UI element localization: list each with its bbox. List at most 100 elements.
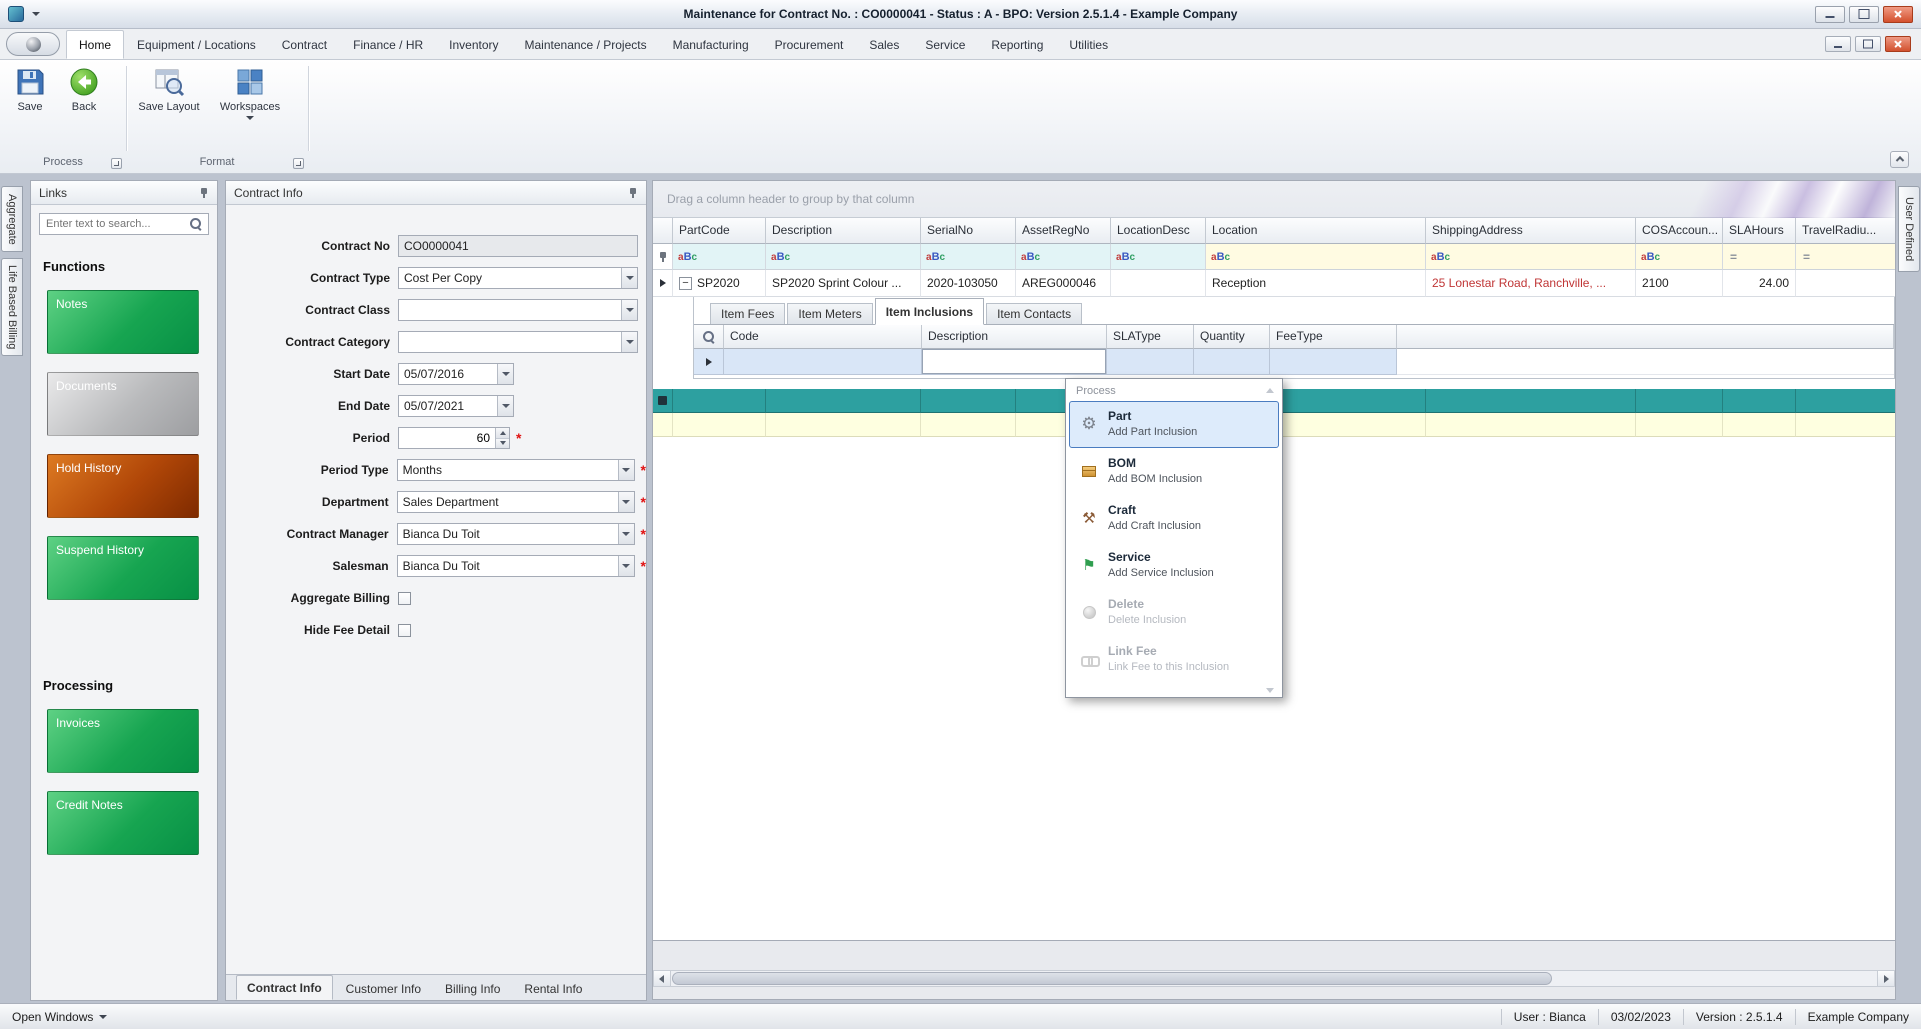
quick-access-caret-icon[interactable] xyxy=(32,12,40,16)
period-stepper[interactable] xyxy=(398,427,510,449)
scroll-right-button[interactable] xyxy=(1877,971,1894,986)
close-button[interactable] xyxy=(1883,5,1913,23)
ribbon-tab-procurement[interactable]: Procurement xyxy=(762,30,857,59)
group-dialog-launcher[interactable] xyxy=(293,158,304,169)
chevron-down-icon[interactable] xyxy=(621,300,637,320)
period-input[interactable] xyxy=(399,428,494,448)
invoices-button[interactable]: Invoices xyxy=(47,709,199,773)
column-header-location[interactable]: Location xyxy=(1206,218,1426,244)
save-button[interactable]: Save xyxy=(6,66,54,113)
column-header-serialno[interactable]: SerialNo xyxy=(921,218,1016,244)
tab-item-contacts[interactable]: Item Contacts xyxy=(986,303,1083,324)
tab-customer-info[interactable]: Customer Info xyxy=(335,978,432,1000)
chevron-down-icon[interactable] xyxy=(621,268,637,288)
mdi-maximize-button[interactable] xyxy=(1855,36,1881,52)
ribbon-tab-manufacturing[interactable]: Manufacturing xyxy=(660,30,762,59)
new-row-description-cell[interactable] xyxy=(922,349,1107,375)
pin-icon[interactable] xyxy=(199,187,209,199)
maximize-button[interactable] xyxy=(1849,5,1879,23)
cell-description[interactable]: SP2020 Sprint Colour ... xyxy=(766,270,921,297)
mdi-close-button[interactable] xyxy=(1885,36,1911,52)
cell-partcode[interactable]: SP2020 xyxy=(673,270,766,297)
column-header-travelradius[interactable]: TravelRadiu... xyxy=(1796,218,1895,244)
save-layout-button[interactable]: Save Layout xyxy=(134,66,204,113)
ribbon-tab-home[interactable]: Home xyxy=(66,30,125,59)
spin-up-icon[interactable] xyxy=(496,428,509,439)
detail-column-slatype[interactable]: SLAType xyxy=(1107,325,1194,349)
tab-contract-info[interactable]: Contract Info xyxy=(236,975,333,1000)
ribbon-tab-finance-hr[interactable]: Finance / HR xyxy=(340,30,436,59)
contract-category-select[interactable] xyxy=(398,331,638,353)
filter-cosaccount[interactable] xyxy=(1636,244,1723,270)
filter-travelradius[interactable] xyxy=(1796,244,1895,270)
aggregate-billing-checkbox[interactable] xyxy=(398,591,411,605)
ribbon-tab-sales[interactable]: Sales xyxy=(856,30,912,59)
detail-column-feetype[interactable]: FeeType xyxy=(1270,325,1397,349)
collapse-detail-icon[interactable] xyxy=(679,276,692,290)
hide-fee-detail-checkbox[interactable] xyxy=(398,623,411,637)
filter-partcode[interactable] xyxy=(673,244,766,270)
cell-shippingaddress[interactable]: 25 Lonestar Road, Ranchville, ... xyxy=(1426,270,1636,297)
open-windows-button[interactable]: Open Windows xyxy=(12,1010,108,1024)
filter-locationdesc[interactable] xyxy=(1111,244,1206,270)
chevron-down-icon[interactable] xyxy=(617,492,634,512)
application-menu-button[interactable] xyxy=(6,32,60,56)
workspaces-dropdown-icon[interactable] xyxy=(246,116,254,120)
start-date-picker[interactable]: 05/07/2016 xyxy=(398,363,514,385)
documents-button[interactable]: Documents xyxy=(47,372,199,436)
side-tab-user-defined[interactable]: User Defined xyxy=(1898,186,1920,272)
end-date-picker[interactable]: 05/07/2021 xyxy=(398,395,514,417)
app-icon[interactable] xyxy=(8,6,24,22)
credit-notes-button[interactable]: Credit Notes xyxy=(47,791,199,855)
menu-item-craft[interactable]: Craft Add Craft Inclusion xyxy=(1069,495,1279,542)
ribbon-tab-maintenance-projects[interactable]: Maintenance / Projects xyxy=(512,30,660,59)
mdi-minimize-button[interactable] xyxy=(1825,36,1851,52)
scrollbar-thumb[interactable] xyxy=(672,972,1552,985)
back-button[interactable]: Back xyxy=(58,66,110,113)
scroll-left-button[interactable] xyxy=(654,971,671,986)
column-header-cosaccount[interactable]: COSAccoun... xyxy=(1636,218,1723,244)
new-row-slatype-cell[interactable] xyxy=(1107,349,1194,375)
detail-column-code[interactable]: Code xyxy=(724,325,922,349)
chevron-down-icon[interactable] xyxy=(617,460,634,480)
column-header-partcode[interactable]: PartCode xyxy=(673,218,766,244)
chevron-down-icon[interactable] xyxy=(497,364,513,384)
workspaces-button[interactable]: Workspaces xyxy=(212,66,288,120)
tab-item-meters[interactable]: Item Meters xyxy=(787,303,873,324)
tab-item-inclusions[interactable]: Item Inclusions xyxy=(874,298,985,325)
new-row-code-cell[interactable] xyxy=(724,349,922,375)
detail-new-row[interactable] xyxy=(694,349,1894,375)
ribbon-tab-service[interactable]: Service xyxy=(912,30,978,59)
cell-slahours[interactable]: 24.00 xyxy=(1723,270,1796,297)
contract-manager-select[interactable]: Bianca Du Toit xyxy=(396,523,635,545)
detail-search-header[interactable] xyxy=(694,325,724,349)
column-header-assetregno[interactable]: AssetRegNo xyxy=(1016,218,1111,244)
column-header-locationdesc[interactable]: LocationDesc xyxy=(1111,218,1206,244)
menu-item-part[interactable]: Part Add Part Inclusion xyxy=(1069,401,1279,448)
detail-column-description[interactable]: Description xyxy=(922,325,1107,349)
chevron-down-icon[interactable] xyxy=(617,556,634,576)
ribbon-tab-contract[interactable]: Contract xyxy=(269,30,340,59)
new-row-quantity-cell[interactable] xyxy=(1194,349,1270,375)
filter-serialno[interactable] xyxy=(921,244,1016,270)
cell-cosaccount[interactable]: 2100 xyxy=(1636,270,1723,297)
notes-button[interactable]: Notes xyxy=(47,290,199,354)
menu-item-service[interactable]: Service Add Service Inclusion xyxy=(1069,542,1279,589)
contract-type-select[interactable]: Cost Per Copy xyxy=(398,267,638,289)
filter-assetregno[interactable] xyxy=(1016,244,1111,270)
pin-icon[interactable] xyxy=(628,187,638,199)
filter-shippingaddress[interactable] xyxy=(1426,244,1636,270)
salesman-select[interactable]: Bianca Du Toit xyxy=(396,555,635,577)
ribbon-collapse-button[interactable] xyxy=(1890,151,1909,168)
cell-locationdesc[interactable] xyxy=(1111,270,1206,297)
period-type-select[interactable]: Months xyxy=(396,459,635,481)
spin-down-icon[interactable] xyxy=(496,438,509,448)
side-tab-life-based-billing[interactable]: Life Based Billing xyxy=(1,258,23,356)
links-search-input[interactable] xyxy=(46,218,186,230)
ribbon-tab-inventory[interactable]: Inventory xyxy=(436,30,511,59)
cell-assetregno[interactable]: AREG000046 xyxy=(1016,270,1111,297)
column-header-description[interactable]: Description xyxy=(766,218,921,244)
chevron-down-icon[interactable] xyxy=(617,524,634,544)
column-header-slahours[interactable]: SLAHours xyxy=(1723,218,1796,244)
column-header-shippingaddress[interactable]: ShippingAddress xyxy=(1426,218,1636,244)
